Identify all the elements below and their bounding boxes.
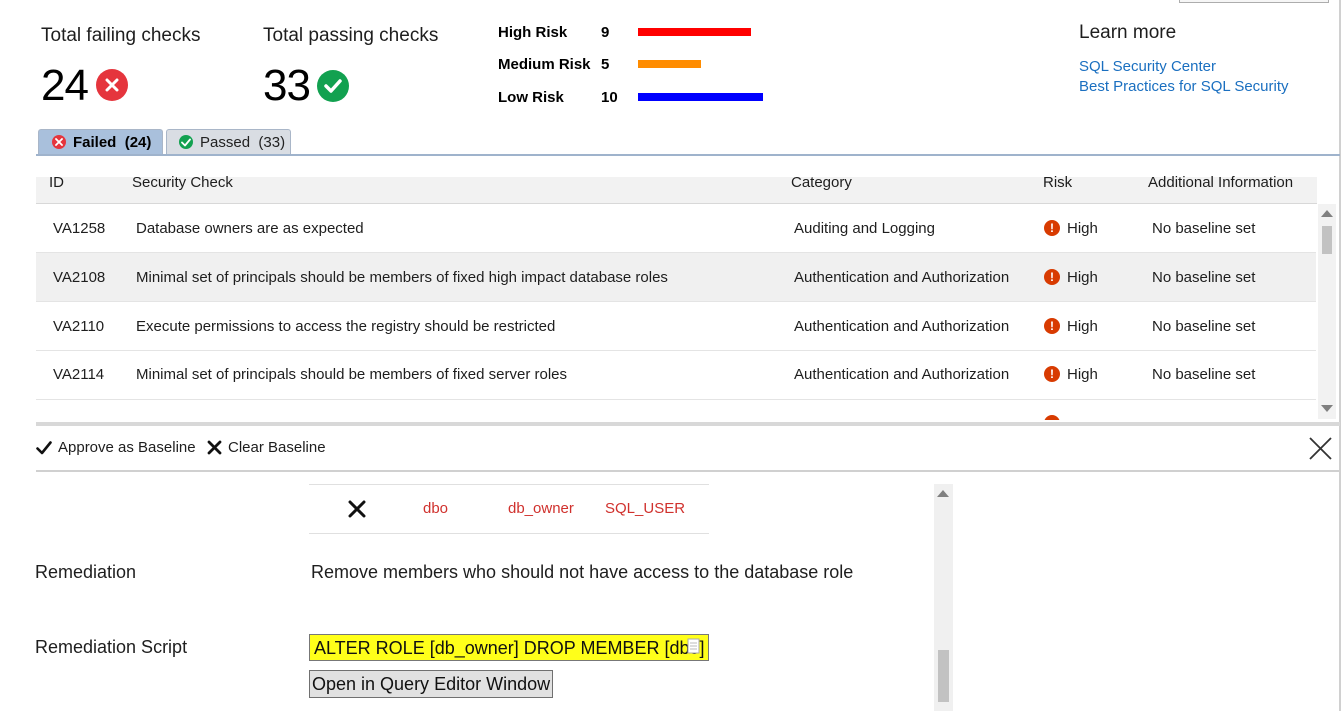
table-row[interactable]: VA2108 Minimal set of principals should …: [36, 253, 1316, 302]
failing-checks-count: 24: [41, 61, 89, 110]
low-risk-label: Low Risk: [498, 89, 564, 106]
low-risk-count: 10: [601, 89, 618, 106]
passed-icon: [317, 70, 349, 102]
row-category: Authentication and Authorization: [794, 366, 1010, 383]
remediation-label: Remediation: [35, 562, 137, 582]
tab-underline: [36, 154, 1340, 156]
high-risk-icon: !: [1044, 318, 1060, 334]
row-additional-info: No baseline set: [1152, 318, 1256, 335]
window-button[interactable]: [1179, 0, 1329, 3]
row-id: VA2114: [53, 366, 105, 383]
failed-small-icon: [52, 135, 66, 149]
passed-small-icon: [179, 135, 193, 149]
approve-baseline-button[interactable]: Approve as Baseline: [36, 439, 196, 456]
high-risk-label: High Risk: [498, 24, 568, 41]
remediation-text: Remove members who should not have acces…: [311, 562, 854, 582]
tab-failed[interactable]: Failed (24): [38, 129, 163, 154]
row-id: VA1258: [53, 220, 106, 237]
high-risk-icon: !: [1044, 220, 1060, 236]
low-risk-bar: [638, 93, 763, 101]
tab-failed-label: Failed: [73, 133, 117, 151]
high-risk-icon: [1044, 415, 1060, 420]
table-row[interactable]: VA2110 Execute permissions to access the…: [36, 302, 1316, 351]
detail-scrollbar-thumb[interactable]: [938, 650, 949, 702]
pane-splitter[interactable]: [36, 422, 1340, 426]
row-risk: High: [1067, 366, 1098, 383]
medium-risk-count: 5: [601, 56, 610, 73]
table-row[interactable]: VA2114 Minimal set of principals should …: [36, 351, 1316, 400]
row-id: VA2108: [53, 269, 106, 286]
row-risk: High: [1067, 269, 1098, 286]
table-row-partial[interactable]: [36, 400, 1316, 420]
x-icon: [207, 440, 222, 455]
remediation-script[interactable]: ALTER ROLE [db_owner] DROP MEMBER [dbo]: [309, 634, 710, 661]
row-category: Authentication and Authorization: [794, 269, 1010, 286]
row-security-check: Execute permissions to access the regist…: [136, 318, 556, 335]
result-cell-type: SQL_USER: [605, 500, 686, 517]
row-security-check: Minimal set of principals should be memb…: [136, 269, 668, 286]
clear-baseline-button[interactable]: Clear Baseline: [207, 439, 326, 456]
tab-failed-count: (24): [124, 133, 152, 151]
column-header-id[interactable]: ID: [49, 174, 64, 192]
passing-checks-count: 33: [263, 61, 311, 110]
column-header-security-check[interactable]: Security Check: [132, 174, 233, 192]
row-id: VA2110: [53, 318, 105, 335]
result-table-top-border: [309, 484, 709, 485]
toolbar-divider: [36, 470, 1340, 472]
close-icon[interactable]: [1309, 437, 1332, 465]
result-cell-role: db_owner: [508, 500, 574, 517]
row-additional-info: No baseline set: [1152, 220, 1256, 237]
high-risk-icon: !: [1044, 269, 1060, 285]
row-category: Auditing and Logging: [794, 220, 935, 237]
scroll-up-arrow-icon[interactable]: [1321, 210, 1333, 217]
row-additional-info: No baseline set: [1152, 366, 1256, 383]
scroll-down-arrow-icon[interactable]: [1321, 405, 1333, 412]
remediation-script-label: Remediation Script: [35, 637, 188, 657]
sql-security-center-link[interactable]: SQL Security Center: [1079, 58, 1216, 75]
column-header-category[interactable]: Category: [791, 174, 852, 192]
scroll-up-arrow-icon[interactable]: [937, 490, 949, 497]
best-practices-link[interactable]: Best Practices for SQL Security: [1079, 78, 1289, 95]
table-scrollbar-thumb[interactable]: [1322, 226, 1332, 254]
checkmark-icon: [36, 440, 52, 455]
copy-icon[interactable]: [687, 638, 701, 659]
table-row[interactable]: VA1258 Database owners are as expected A…: [36, 204, 1316, 253]
row-category: Authentication and Authorization: [794, 318, 1010, 335]
row-security-check: Minimal set of principals should be memb…: [136, 366, 568, 383]
passing-checks-label: Total passing checks: [263, 25, 439, 46]
row-security-check: Database owners are as expected: [136, 220, 364, 237]
clear-baseline-label: Clear Baseline: [228, 439, 326, 456]
row-risk: High: [1067, 318, 1098, 335]
learn-more-title: Learn more: [1079, 22, 1177, 43]
tab-passed[interactable]: Passed (33): [166, 129, 291, 154]
high-risk-icon: !: [1044, 366, 1060, 382]
high-risk-count: 9: [601, 24, 610, 41]
tab-passed-count: (33): [258, 133, 286, 151]
column-header-risk[interactable]: Risk: [1043, 174, 1072, 192]
row-risk: High: [1067, 220, 1098, 237]
result-table-bottom-border: [309, 533, 709, 534]
row-additional-info: No baseline set: [1152, 269, 1256, 286]
open-query-editor-button[interactable]: Open in Query Editor Window: [309, 670, 554, 698]
failing-checks-label: Total failing checks: [41, 25, 201, 46]
window-edge: [1339, 0, 1341, 711]
medium-risk-label: Medium Risk: [498, 56, 591, 73]
result-cell-principal: dbo: [423, 500, 449, 517]
tab-passed-label: Passed: [200, 133, 251, 151]
failed-icon: [96, 69, 128, 101]
x-icon: [348, 500, 366, 523]
approve-baseline-label: Approve as Baseline: [58, 439, 196, 456]
medium-risk-bar: [638, 60, 701, 68]
column-header-additional-information[interactable]: Additional Information: [1148, 174, 1293, 192]
high-risk-bar: [638, 28, 751, 36]
